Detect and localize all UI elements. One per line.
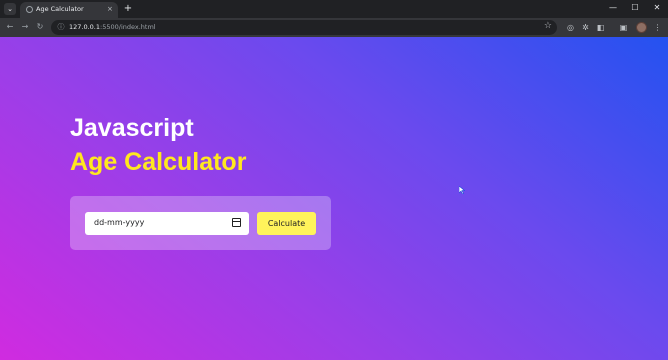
forward-button[interactable]: → [19,21,31,33]
date-placeholder: dd-mm-yyyy [94,218,145,227]
tab-search-button[interactable]: ⌄ [4,3,16,15]
extension-icon[interactable]: ✲ [580,22,591,33]
site-info-icon[interactable]: ⓘ [56,22,66,32]
page-viewport: Javascript Age Calculator dd-mm-yyyy Cal… [0,37,668,360]
tab-title: Age Calculator [36,5,84,13]
bookmark-star-icon[interactable]: ☆ [544,21,552,31]
birthdate-input[interactable]: dd-mm-yyyy [85,212,249,235]
window-controls: — ☐ ✕ [602,0,668,18]
minimize-button[interactable]: — [602,0,624,18]
page-title-line2: Age Calculator [70,148,247,176]
maximize-button[interactable]: ☐ [624,0,646,18]
browser-toolbar: ← → ↻ ⓘ 127.0.0.1:5500/index.html ☆ ◎ ✲ … [0,18,668,37]
reload-button[interactable]: ↻ [34,21,46,33]
menu-kebab-icon[interactable]: ⋮ [652,22,663,33]
close-window-button[interactable]: ✕ [646,0,668,18]
account-circle-icon[interactable]: ◎ [565,22,576,33]
calculator-card: dd-mm-yyyy Calculate [70,196,331,250]
url-text: 127.0.0.1:5500/index.html [69,23,156,31]
close-tab-icon[interactable]: × [107,5,113,14]
address-bar[interactable]: ⓘ 127.0.0.1:5500/index.html ☆ [51,20,557,35]
profile-avatar[interactable] [636,22,647,33]
page-title-line1: Javascript [70,114,194,142]
sidebar-icon[interactable]: ▣ [618,22,629,33]
back-button[interactable]: ← [4,21,16,33]
calendar-icon[interactable] [232,218,241,227]
tab-age-calculator[interactable]: Age Calculator × [20,2,118,18]
puzzle-icon[interactable]: ◧ [595,22,606,33]
mouse-cursor-icon [459,186,465,194]
calculate-button[interactable]: Calculate [257,212,316,235]
tab-bar: ⌄ Age Calculator × + — ☐ ✕ [0,0,668,18]
globe-icon [26,6,33,13]
new-tab-button[interactable]: + [122,3,134,15]
